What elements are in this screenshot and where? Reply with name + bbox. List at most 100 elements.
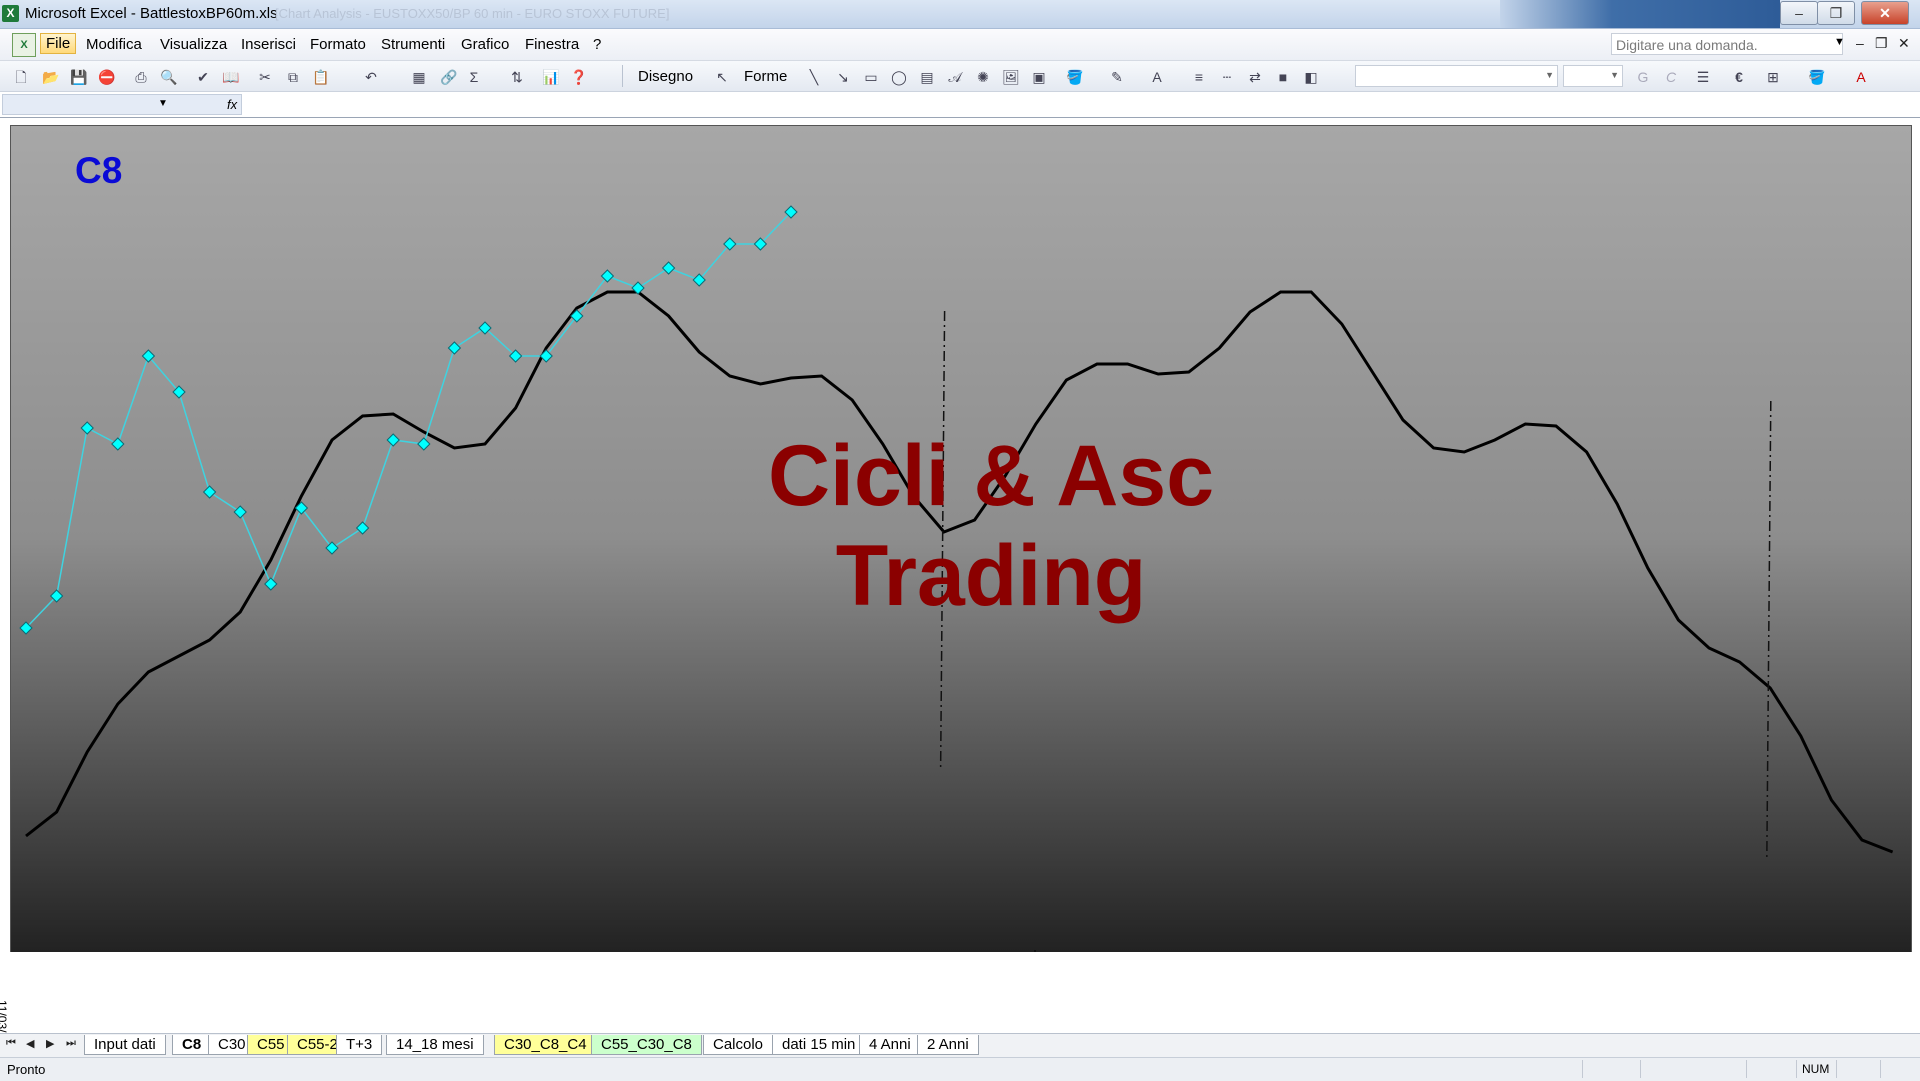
line-icon[interactable]: ╲ [805, 68, 823, 86]
price-point [447, 341, 462, 355]
price-point [233, 505, 247, 519]
picture-icon[interactable]: ▣ [1030, 68, 1048, 86]
fill-bucket-icon[interactable]: 🪣 [1808, 68, 1826, 86]
sheet-tab[interactable]: Calcolo [703, 1035, 774, 1055]
shadow-icon[interactable]: ■ [1274, 68, 1292, 86]
menu-grafico[interactable]: Grafico [461, 36, 509, 53]
sheet-tab[interactable]: C8 [172, 1035, 212, 1055]
price-point [111, 437, 125, 451]
font-name-combo[interactable]: ▼ [1355, 65, 1558, 87]
price-point [325, 541, 339, 555]
research-icon[interactable]: 📖 [222, 68, 240, 86]
text-color-icon[interactable]: A [1852, 68, 1870, 86]
help-icon[interactable]: ❓ [570, 68, 588, 86]
cut-icon[interactable]: ✂ [256, 68, 274, 86]
hyperlink-icon[interactable]: 🔗 [440, 68, 458, 86]
line-style-icon[interactable]: ≡ [1190, 68, 1208, 86]
3d-icon[interactable]: ◧ [1302, 68, 1320, 86]
open-folder-icon[interactable]: 📂 [42, 68, 60, 86]
menu-formato[interactable]: Formato [310, 36, 366, 53]
close-button[interactable]: ✕ [1861, 1, 1909, 25]
clipart-icon[interactable]: 🖼 [1002, 68, 1020, 86]
menu-help[interactable]: ? [593, 36, 601, 53]
textbox-icon[interactable]: ▤ [918, 68, 936, 86]
chart-wizard-icon[interactable]: 📊 [542, 68, 560, 86]
doc-restore-button[interactable]: ❐ [1875, 35, 1888, 52]
arrow-icon[interactable]: ↘ [834, 68, 852, 86]
fill-color-icon[interactable]: 🪣 [1066, 68, 1084, 86]
cycle-low-marker [1766, 400, 1772, 862]
function-icon[interactable]: fx [227, 97, 237, 112]
sheet-tab[interactable]: C30_C8_C4 [494, 1035, 597, 1055]
watermark-line-1: Cicli & Asc [767, 428, 1215, 524]
doc-minimize-button[interactable]: – [1856, 35, 1864, 51]
autosum-icon[interactable]: Σ [465, 68, 483, 86]
font-color-icon[interactable]: A [1148, 68, 1166, 86]
disegno-menu[interactable]: Disegno [638, 68, 693, 85]
undo-icon[interactable]: ↶ [362, 68, 380, 86]
price-point [355, 521, 370, 535]
menu-strumenti[interactable]: Strumenti [381, 36, 445, 53]
permission-icon[interactable]: ⛔ [98, 68, 116, 86]
workbook-icon[interactable]: X [12, 33, 36, 57]
sheet-tab[interactable]: dati 15 min [772, 1035, 866, 1055]
currency-button[interactable]: € [1730, 68, 1748, 86]
status-cell [1640, 1060, 1641, 1078]
restore-button[interactable]: ❐ [1817, 1, 1855, 25]
sheet-tab[interactable]: 4 Anni [859, 1035, 921, 1055]
menu-file[interactable]: File [40, 33, 77, 54]
name-box[interactable]: ▼ fx [2, 94, 242, 115]
toolbar: 🗋 📂 💾 ⛔ ⎙ 🔍 ✔ 📖 ✂ ⧉ 📋 ↶ ▦ 🔗 Σ ⇅ 📊 ❓ Dise… [0, 61, 1920, 92]
status-cell [1582, 1060, 1583, 1078]
sort-icon[interactable]: ⇅ [508, 68, 526, 86]
prev-sheet-icon[interactable]: ◀ [26, 1037, 34, 1050]
status-text: Pronto [7, 1062, 46, 1077]
menu-inserisci[interactable]: Inserisci [241, 36, 296, 53]
print-icon[interactable]: ⎙ [132, 68, 150, 86]
ask-dropdown-arrow[interactable]: ▼ [1834, 36, 1845, 48]
next-sheet-icon[interactable]: ▶ [46, 1037, 54, 1050]
ask-question-input[interactable]: Digitare una domanda. [1611, 33, 1843, 55]
wordart-icon[interactable]: 𝒜 [946, 68, 964, 86]
bold-button[interactable]: G [1634, 68, 1652, 86]
chart-object-icon[interactable]: ▦ [410, 68, 428, 86]
status-cell [1836, 1060, 1837, 1078]
paste-icon[interactable]: 📋 [312, 68, 330, 86]
sheet-tab[interactable]: T+3 [336, 1035, 383, 1055]
font-size-combo[interactable]: ▼ [1563, 65, 1623, 87]
watermark-line-2: Trading [835, 528, 1147, 624]
sheet-tab[interactable]: Input dati [84, 1035, 166, 1055]
excel-app-icon[interactable]: X [2, 5, 19, 22]
print-preview-icon[interactable]: 🔍 [160, 68, 178, 86]
last-sheet-icon[interactable]: ⏭ [66, 1037, 76, 1050]
menu-visualizza[interactable]: Visualizza [160, 36, 227, 53]
doc-close-button[interactable]: ✕ [1898, 35, 1910, 52]
minimize-button[interactable]: – [1780, 1, 1818, 25]
sheet-tab[interactable]: 2 Anni [917, 1035, 979, 1055]
save-icon[interactable]: 💾 [70, 68, 88, 86]
dash-style-icon[interactable]: ┄ [1218, 68, 1236, 86]
chart-area[interactable]: C8 Cicli & Asc Trading [10, 125, 1912, 953]
name-box-dropdown-icon[interactable]: ▼ [158, 98, 168, 109]
menu-modifica[interactable]: Modifica [86, 36, 142, 53]
rectangle-icon[interactable]: ▭ [862, 68, 880, 86]
select-pointer-icon[interactable]: ↖ [713, 68, 731, 86]
spelling-icon[interactable]: ✔ [194, 68, 212, 86]
sheet-tab[interactable]: 14_18 mesi [386, 1035, 484, 1055]
borders-icon[interactable]: ⊞ [1764, 68, 1782, 86]
new-document-icon[interactable]: 🗋 [12, 68, 30, 86]
align-center-icon[interactable]: ☰ [1694, 68, 1712, 86]
copy-icon[interactable]: ⧉ [284, 68, 302, 86]
forme-menu[interactable]: Forme [744, 68, 787, 85]
line-color-icon[interactable]: ✎ [1108, 68, 1126, 86]
first-sheet-icon[interactable]: ⏮ [6, 1037, 16, 1050]
toolbar-separator [622, 65, 623, 87]
price-point [386, 433, 400, 447]
menu-finestra[interactable]: Finestra [525, 36, 579, 53]
sheet-tab-bar: ⏮ ◀ ▶ ⏭ Input dati C8 C30 C55 C55-2 T+3 14_18 … [0, 1033, 1920, 1057]
oval-icon[interactable]: ◯ [890, 68, 908, 86]
arrow-style-icon[interactable]: ⇄ [1246, 68, 1264, 86]
italic-button[interactable]: C [1662, 68, 1680, 86]
sheet-tab[interactable]: C55_C30_C8 [591, 1035, 702, 1055]
diagram-icon[interactable]: ✺ [974, 68, 992, 86]
